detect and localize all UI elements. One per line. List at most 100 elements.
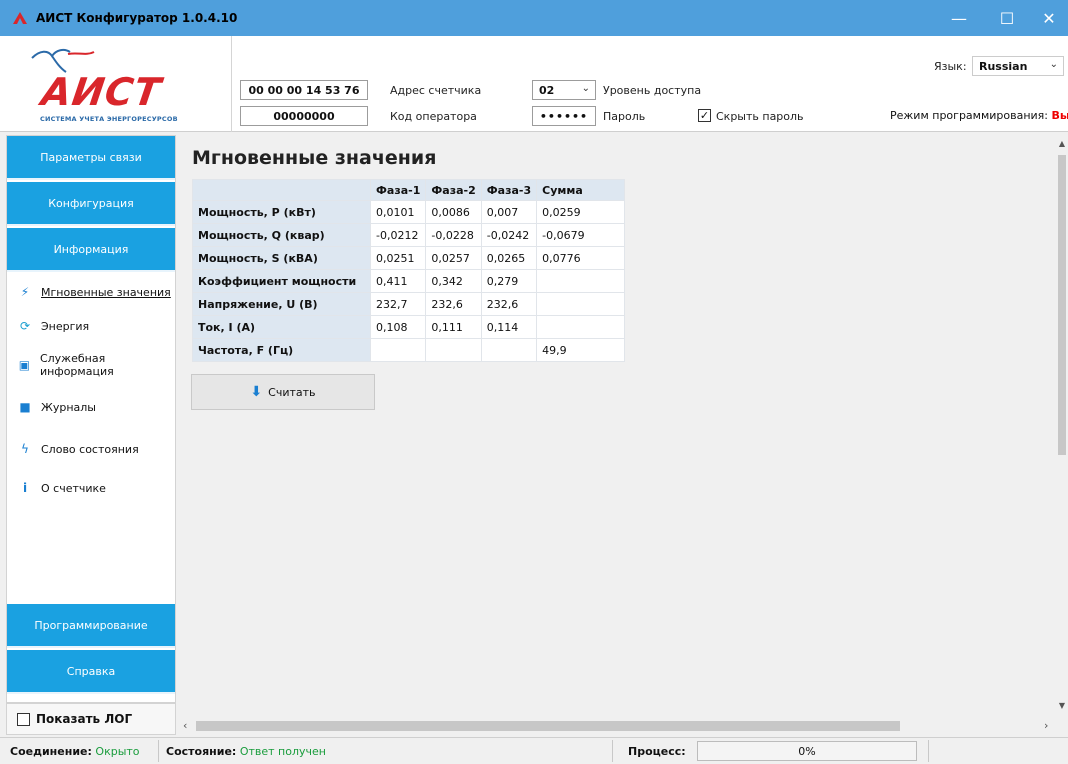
header: АИСТ СИСТЕМА УЧЕТА ЭНЕРГОРЕСУРСОВ 00 00 … (0, 36, 1068, 132)
password-field[interactable]: •••••• (532, 106, 596, 126)
column-header: Фаза-1 (369, 179, 427, 201)
sidebar-item-label: Журналы (41, 400, 96, 414)
sidebar-item-status-word[interactable]: ϟ Слово состояния (7, 434, 175, 464)
row-header: Частота, F (Гц) (192, 338, 371, 362)
scroll-right-icon[interactable]: › (1044, 719, 1048, 732)
operator-code-field[interactable]: 00000000 (240, 106, 368, 126)
table-cell: 0,114 (480, 315, 538, 339)
programming-mode-label: Режим программирования: (890, 109, 1049, 122)
column-header: Фаза-2 (425, 179, 482, 201)
table-cell: 0,411 (369, 269, 427, 293)
brand-logo: АИСТ СИСТЕМА УЧЕТА ЭНЕРГОРЕСУРСОВ (0, 36, 232, 132)
logo-subtitle: СИСТЕМА УЧЕТА ЭНЕРГОРЕСУРСОВ (40, 115, 178, 123)
table-cell: 0,0086 (425, 200, 482, 224)
show-log-toggle[interactable]: Показать ЛОГ (6, 703, 176, 735)
programming-mode-indicator: Режим программирования: Выкл (890, 109, 1068, 122)
table-row: Напряжение, U (В) 232,7 232,6 232,6 (192, 292, 626, 316)
sidebar-item-about-meter[interactable]: i О счетчике (7, 473, 175, 503)
table-header-row: Фаза-1 Фаза-2 Фаза-3 Сумма (192, 179, 626, 201)
table-cell: -0,0212 (369, 223, 427, 247)
row-header: Ток, I (А) (192, 315, 371, 339)
access-level-value: 02 (539, 83, 555, 97)
nav-help[interactable]: Справка (7, 650, 175, 694)
table-cell (536, 292, 626, 316)
title-bar: АИСТ Конфигуратор 1.0.4.10 — ☐ ✕ (0, 0, 1068, 36)
table-cell: 0,0251 (369, 246, 427, 270)
show-log-label: Показать ЛОГ (36, 712, 133, 726)
sidebar-item-label: Мгновенные значения (41, 285, 171, 299)
hide-password-checkbox[interactable]: ✓ (698, 109, 711, 122)
table-row: Ток, I (А) 0,108 0,111 0,114 (192, 315, 626, 339)
sidebar-item-journals[interactable]: ■ Журналы (7, 392, 175, 422)
nav-configuration[interactable]: Конфигурация (7, 182, 175, 226)
connection-status: Соединение: Окрыто (10, 745, 140, 758)
horizontal-scrollbar[interactable]: ‹ › (180, 717, 1056, 735)
table-cell (536, 269, 626, 293)
table-cell: -0,0679 (536, 223, 626, 247)
scroll-down-icon[interactable]: ▼ (1056, 701, 1068, 710)
vertical-scrollbar[interactable]: ▲ ▼ (1056, 135, 1068, 717)
row-header: Коэффициент мощности (192, 269, 371, 293)
table-cell (369, 338, 427, 362)
meter-address-label: Адрес счетчика (390, 84, 482, 97)
table-cell: -0,0228 (425, 223, 482, 247)
process-progress-bar: 0% (697, 741, 917, 761)
sidebar: Параметры связи Конфигурация Информация … (6, 135, 176, 703)
state-value: Ответ получен (239, 745, 326, 758)
lightning-icon: ⚡ (20, 285, 30, 299)
status-divider (158, 740, 159, 762)
scroll-up-icon[interactable]: ▲ (1056, 139, 1068, 148)
page-title: Мгновенные значения (192, 147, 437, 169)
vertical-scroll-thumb[interactable] (1058, 155, 1066, 455)
row-header: Мощность, S (кВА) (192, 246, 371, 270)
operator-code-label: Код оператора (390, 110, 477, 123)
nav-connection-params[interactable]: Параметры связи (7, 136, 175, 180)
row-header: Напряжение, U (В) (192, 292, 371, 316)
nav-information[interactable]: Информация (7, 228, 175, 272)
table-cell: 0,342 (425, 269, 482, 293)
table-row: Коэффициент мощности 0,411 0,342 0,279 (192, 269, 626, 293)
sidebar-item-label: О счетчике (41, 481, 106, 495)
connection-value: Окрыто (95, 745, 140, 758)
table-cell: 0,279 (480, 269, 538, 293)
sidebar-item-service-info[interactable]: ▣ Служебная информация (7, 350, 175, 380)
status-divider (612, 740, 613, 762)
language-value: Russian (979, 59, 1028, 73)
sidebar-item-energy[interactable]: ⟳ Энергия (7, 311, 175, 341)
meter-address-field[interactable]: 00 00 00 14 53 76 (240, 80, 368, 100)
instant-values-table: Фаза-1 Фаза-2 Фаза-3 Сумма Мощность, P (… (192, 179, 626, 362)
table-cell: 0,0259 (536, 200, 626, 224)
table-row: Мощность, Q (квар) -0,0212 -0,0228 -0,02… (192, 223, 626, 247)
logo-wordmark: АИСТ (38, 70, 165, 114)
status-divider (928, 740, 929, 762)
table-row: Частота, F (Гц) 49,9 (192, 338, 626, 362)
info-icon: i (22, 481, 28, 495)
scroll-left-icon[interactable]: ‹ (183, 719, 187, 732)
table-cell: 0,0776 (536, 246, 626, 270)
show-log-checkbox[interactable] (17, 712, 30, 726)
sidebar-item-label: Энергия (41, 319, 90, 333)
horizontal-scroll-thumb[interactable] (196, 721, 900, 731)
language-select[interactable]: Russian ⌄ (972, 56, 1064, 76)
maximize-button[interactable]: ☐ (984, 0, 1030, 36)
table-cell: 0,0101 (369, 200, 427, 224)
app-logo-icon (13, 12, 27, 24)
access-level-label: Уровень доступа (603, 84, 702, 97)
chevron-down-icon: ⌄ (581, 83, 590, 94)
nav-programming[interactable]: Программирование (7, 604, 175, 648)
table-cell: 0,108 (369, 315, 427, 339)
column-header (192, 179, 371, 201)
close-button[interactable]: ✕ (1026, 0, 1068, 36)
chevron-down-icon: ⌄ (1049, 59, 1058, 70)
read-button[interactable]: ⬇ Считать (191, 374, 375, 410)
table-cell (480, 338, 538, 362)
minimize-button[interactable]: — (936, 0, 982, 36)
sidebar-item-instant-values[interactable]: ⚡ Мгновенные значения (7, 277, 175, 307)
table-row: Мощность, P (кВт) 0,0101 0,0086 0,007 0,… (192, 200, 626, 224)
read-button-label: Считать (268, 385, 316, 399)
connection-label: Соединение: (10, 745, 92, 758)
progress-percent: 0% (798, 745, 816, 758)
table-cell: 232,6 (480, 292, 538, 316)
access-level-select[interactable]: 02 ⌄ (532, 80, 596, 100)
sidebar-item-label: Служебная информация (39, 352, 114, 378)
